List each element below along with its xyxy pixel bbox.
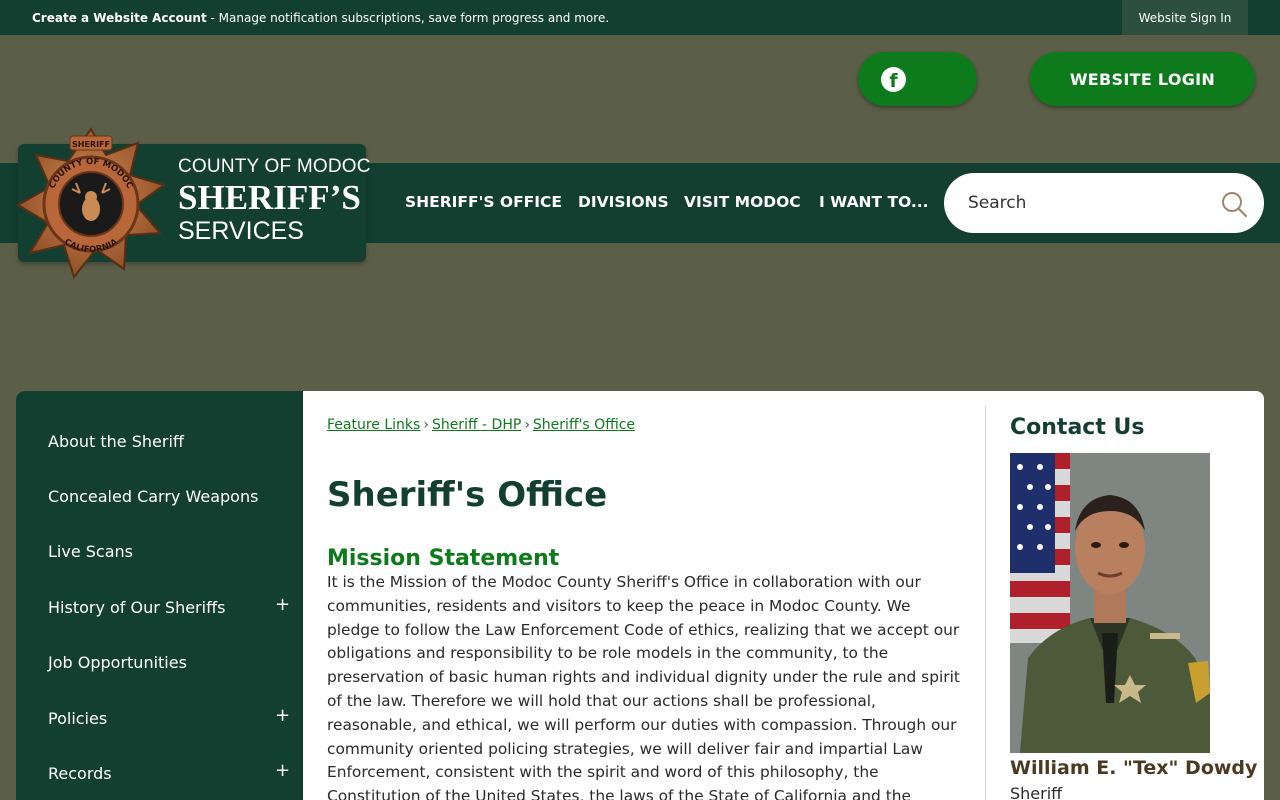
breadcrumb-sheriffs-office[interactable]: Sheriff's Office xyxy=(533,417,635,433)
sidebar-item-job-opportunities[interactable]: Job Opportunities xyxy=(48,653,187,672)
sheriff-role: Sheriff xyxy=(1010,784,1063,800)
sheriff-portrait xyxy=(1010,453,1210,753)
search-box xyxy=(944,173,1264,233)
main-content: Feature Links › Sheriff - DHP › Sheriff's Of… xyxy=(327,391,972,800)
sidebar-item-live-scans[interactable]: Live Scans xyxy=(48,542,133,561)
nav-sheriffs-office[interactable]: SHERIFF'S OFFICE xyxy=(405,193,562,211)
breadcrumb-feature-links[interactable]: Feature Links xyxy=(327,417,420,433)
sidebar-item-policies[interactable]: Policies xyxy=(48,709,107,728)
facebook-icon: f xyxy=(881,67,906,92)
column-divider xyxy=(985,405,986,800)
breadcrumb-separator: › xyxy=(423,417,429,433)
sidebar-item-records[interactable]: Records xyxy=(48,764,112,783)
sheriff-star-badge-icon[interactable]: COUNTY OF MODOC CALIFORNIA SHERIFF xyxy=(14,127,168,281)
website-sign-in-button[interactable]: Website Sign In xyxy=(1122,0,1248,35)
sidebar-item-history-of-our-sheriffs[interactable]: History of Our Sheriffs xyxy=(48,598,225,617)
sheriff-name: William E. "Tex" Dowdy xyxy=(1010,757,1258,779)
breadcrumb-separator: › xyxy=(524,417,530,433)
breadcrumb-sheriff-dhp[interactable]: Sheriff - DHP xyxy=(432,417,521,433)
top-utility-bar: Create a Website Account - Manage notifi… xyxy=(0,0,1280,35)
search-icon[interactable] xyxy=(1220,190,1248,218)
sidebar-item-concealed-carry-weapons[interactable]: Concealed Carry Weapons xyxy=(48,487,258,506)
facebook-button[interactable]: f xyxy=(858,52,977,106)
sidebar-item-about-the-sheriff[interactable]: About the Sheriff xyxy=(48,432,184,451)
expand-policies-icon[interactable]: + xyxy=(275,705,290,726)
sidebar-nav: About the Sheriff Concealed Carry Weapon… xyxy=(16,391,303,800)
logo-text[interactable]: COUNTY OF MODOC SHERIFF’S SERVICES xyxy=(178,156,371,245)
mission-statement-heading: Mission Statement xyxy=(327,546,560,571)
page-title: Sheriff's Office xyxy=(327,475,608,515)
nav-visit-modoc[interactable]: VISIT MODOC xyxy=(684,193,801,211)
expand-records-icon[interactable]: + xyxy=(275,760,290,781)
logo-county-line: COUNTY OF MODOC xyxy=(178,156,371,177)
content-card: About the Sheriff Concealed Carry Weapon… xyxy=(16,391,1264,800)
create-account-message[interactable]: Create a Website Account - Manage notifi… xyxy=(32,11,609,25)
website-login-button[interactable]: WEBSITE LOGIN xyxy=(1030,52,1255,106)
contact-panel: Contact Us William E. "Tex" Dowdy Sherif… xyxy=(1010,391,1257,800)
logo-sheriffs-line: SHERIFF’S xyxy=(178,178,361,217)
nav-i-want-to[interactable]: I WANT TO... xyxy=(819,193,929,211)
nav-divisions[interactable]: DIVISIONS xyxy=(578,193,669,211)
create-account-link[interactable]: Create a Website Account xyxy=(32,11,207,25)
mission-statement-body: It is the Mission of the Modoc County Sh… xyxy=(327,573,960,800)
badge-top-text: SHERIFF xyxy=(72,140,110,149)
logo-services-line: SERVICES xyxy=(178,217,304,245)
breadcrumb: Feature Links › Sheriff - DHP › Sheriff's Of… xyxy=(327,417,635,433)
expand-history-icon[interactable]: + xyxy=(275,594,290,615)
contact-us-heading: Contact Us xyxy=(1010,415,1145,440)
create-account-description: - Manage notification subscriptions, sav… xyxy=(206,11,610,25)
search-input[interactable] xyxy=(968,188,1208,218)
